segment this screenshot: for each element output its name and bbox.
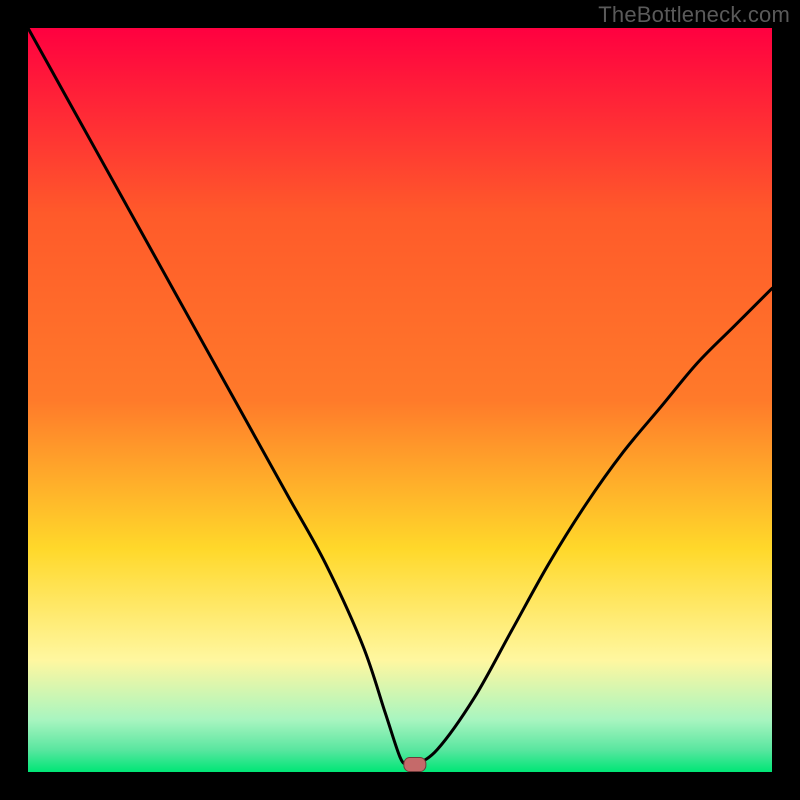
watermark-text: TheBottleneck.com: [598, 2, 790, 28]
gradient-background: [28, 28, 772, 772]
plot-area: [28, 28, 772, 772]
optimum-marker: [404, 758, 426, 772]
chart-svg: [28, 28, 772, 772]
chart-frame: TheBottleneck.com: [0, 0, 800, 800]
